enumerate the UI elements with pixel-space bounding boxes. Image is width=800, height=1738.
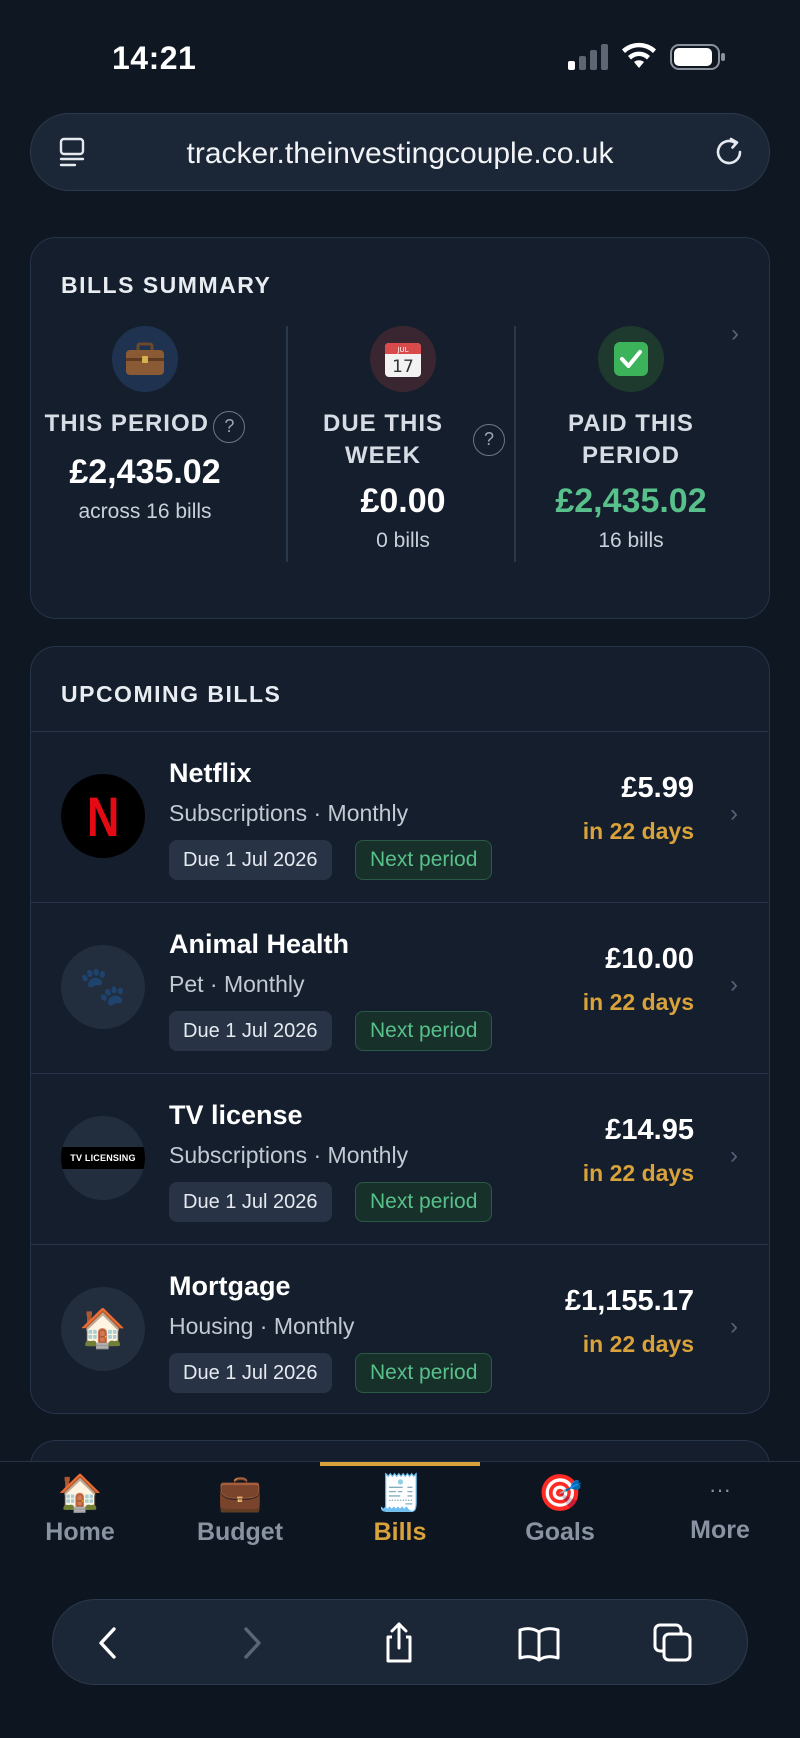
bill-row-mortgage[interactable]: 🏠 Mortgage Housing · Monthly Due 1 Jul 2… — [31, 1244, 768, 1415]
nav-goals[interactable]: 🎯 Goals — [480, 1462, 640, 1572]
paid-this-period-sub: 16 bills — [598, 529, 664, 552]
due-date-chip: Due 1 Jul 2026 — [169, 840, 332, 880]
due-date-chip: Due 1 Jul 2026 — [169, 1182, 332, 1222]
due-date-chip: Due 1 Jul 2026 — [169, 1011, 332, 1051]
paw-icon: 🐾 — [61, 945, 145, 1029]
chevron-right-icon: › — [730, 800, 738, 827]
bill-meta: Pet · Monthly — [169, 971, 305, 997]
receipt-icon: 🧾 — [377, 1472, 423, 1513]
battery-icon — [670, 44, 725, 70]
bill-meta: Subscriptions · Monthly — [169, 1142, 409, 1168]
more-icon: ··· — [709, 1477, 731, 1502]
upcoming-bills-card: UPCOMING BILLS N Netflix Subscriptions ·… — [30, 646, 770, 1414]
paid-this-period-label-2: PERIOD — [581, 442, 680, 469]
divider — [514, 326, 516, 562]
nav-label: Budget — [196, 1518, 284, 1546]
tv-licensing-logo: TV LICENSING — [61, 1116, 145, 1200]
forward-icon[interactable] — [229, 1621, 273, 1665]
nav-label: More — [690, 1516, 750, 1544]
bill-due-in: in 22 days — [582, 1331, 694, 1357]
chevron-right-icon: › — [730, 1142, 738, 1169]
bill-name: Mortgage — [169, 1271, 291, 1301]
netflix-logo: N — [61, 774, 145, 858]
bill-amount: £1,155.17 — [564, 1285, 694, 1317]
bills-summary-title: BILLS SUMMARY — [61, 272, 272, 298]
chevron-right-icon: › — [730, 1313, 738, 1340]
calendar-day-text: 17 — [392, 357, 414, 377]
next-period-badge: Next period — [355, 1182, 493, 1222]
home-icon: 🏠 — [57, 1472, 103, 1513]
chevron-right-icon: › — [730, 971, 738, 998]
wifi-icon — [622, 42, 656, 68]
due-this-week-label-2: WEEK — [345, 442, 421, 469]
bill-meta: Housing · Monthly — [169, 1313, 355, 1339]
status-bar: 14:21 — [0, 0, 800, 100]
due-this-week-label-1: DUE THIS — [322, 410, 443, 437]
bill-due-in: in 22 days — [582, 1160, 694, 1186]
share-icon[interactable] — [377, 1621, 421, 1665]
reload-icon[interactable] — [711, 134, 747, 170]
chevron-right-icon[interactable]: › — [731, 320, 739, 348]
this-period-help-icon[interactable]: ? — [213, 410, 246, 443]
this-period-amount: £2,435.02 — [69, 452, 221, 491]
check-icon — [598, 326, 664, 392]
tabs-icon[interactable] — [651, 1621, 695, 1665]
signal-icon — [568, 44, 608, 70]
house-icon: 🏠 — [61, 1287, 145, 1371]
nav-label: Bills — [373, 1518, 427, 1546]
status-time: 14:21 — [112, 40, 197, 76]
back-icon[interactable] — [87, 1621, 131, 1665]
this-period-sub: across 16 bills — [78, 499, 212, 523]
bill-due-in: in 22 days — [582, 989, 694, 1015]
bill-row-netflix[interactable]: N Netflix Subscriptions · Monthly Due 1 … — [31, 731, 768, 902]
due-this-week-help-icon[interactable]: ? — [473, 424, 505, 456]
bill-row-tv-license[interactable]: TV LICENSING TV license Subscriptions · … — [31, 1073, 768, 1244]
nav-home[interactable]: 🏠 Home — [0, 1462, 160, 1572]
paid-this-period-amount: £2,435.02 — [555, 482, 707, 520]
target-icon: 🎯 — [537, 1472, 583, 1513]
paid-this-period-stat: PAID THIS PERIOD £2,435.02 16 bills — [517, 326, 745, 562]
briefcase-icon: 💼 — [217, 1472, 263, 1513]
nav-label: Home — [45, 1518, 115, 1546]
address-bar[interactable]: tracker.theinvestingcouple.co.uk — [30, 113, 770, 191]
browser-toolbar — [52, 1599, 748, 1685]
paid-this-period-label-1: PAID THIS — [568, 410, 694, 437]
bills-summary-card[interactable]: BILLS SUMMARY THIS PERIOD ? £2,435.02 ac… — [30, 237, 770, 619]
nav-budget[interactable]: 💼 Budget — [160, 1462, 320, 1572]
next-period-badge: Next period — [355, 1011, 493, 1051]
nav-bills[interactable]: 🧾 Bills — [320, 1462, 480, 1572]
bookmarks-icon[interactable] — [517, 1621, 561, 1665]
bill-name: Animal Health — [169, 929, 350, 959]
next-period-badge: Next period — [355, 1353, 493, 1393]
upcoming-bills-title: UPCOMING BILLS — [61, 681, 282, 707]
next-period-badge: Next period — [355, 840, 493, 880]
bill-amount: £10.00 — [605, 943, 694, 975]
calendar-month-text: JUL — [396, 346, 408, 354]
due-this-week-sub: 0 bills — [376, 529, 430, 552]
bill-amount: £14.95 — [605, 1114, 694, 1146]
bill-row-animal-health[interactable]: 🐾 Animal Health Pet · Monthly Due 1 Jul … — [31, 902, 768, 1073]
bill-due-in: in 22 days — [582, 818, 694, 844]
due-this-week-stat: JUL 17 DUE THIS WEEK ? £0.00 0 bills — [289, 326, 517, 562]
this-period-stat: THIS PERIOD ? £2,435.02 across 16 bills — [31, 326, 259, 562]
nav-more[interactable]: ··· More — [640, 1462, 800, 1572]
bill-name: TV license — [169, 1100, 303, 1130]
due-this-week-amount: £0.00 — [360, 482, 446, 520]
briefcase-icon — [112, 326, 178, 392]
bill-name: Netflix — [169, 758, 252, 788]
divider — [286, 326, 288, 562]
url-text[interactable]: tracker.theinvestingcouple.co.uk — [31, 137, 769, 171]
this-period-label: THIS PERIOD — [44, 410, 209, 437]
bill-meta: Subscriptions · Monthly — [169, 800, 409, 826]
calendar-icon: JUL 17 — [370, 326, 436, 392]
nav-label: Goals — [525, 1518, 595, 1546]
due-date-chip: Due 1 Jul 2026 — [169, 1353, 332, 1393]
bill-amount: £5.99 — [621, 772, 694, 804]
